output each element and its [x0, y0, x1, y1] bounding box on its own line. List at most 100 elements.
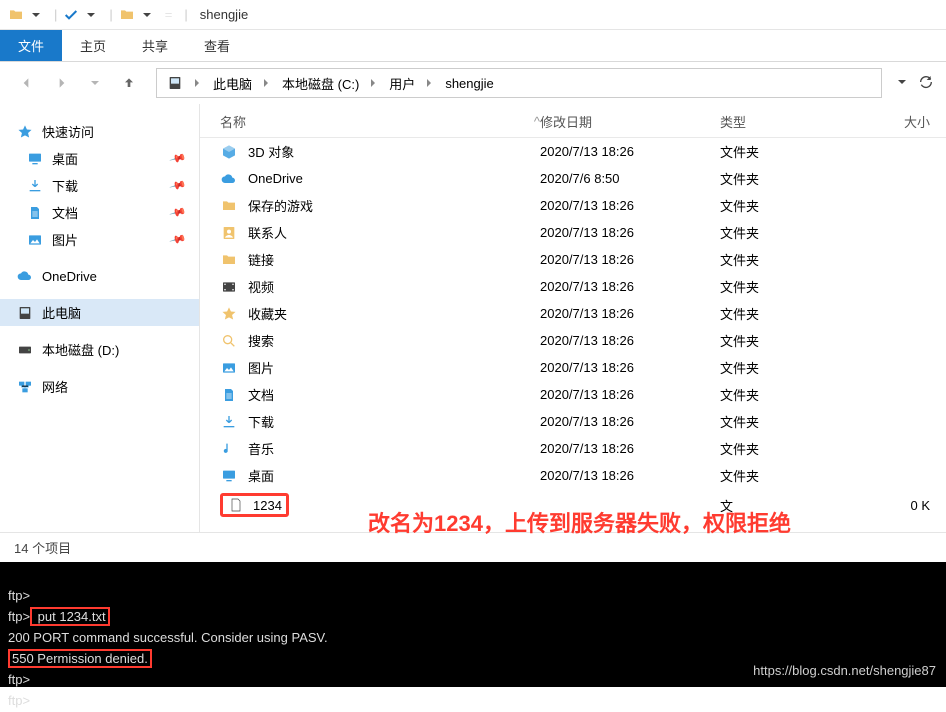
file-date: 2020/7/13 18:26 [540, 306, 720, 321]
breadcrumb-seg[interactable]: 本地磁盘 (C:) [278, 74, 385, 93]
table-row[interactable]: 搜索 2020/7/13 18:26文件夹 [200, 327, 946, 354]
header-size[interactable]: 大小 [870, 112, 930, 131]
titlebar: | | = | shengjie [0, 0, 946, 30]
folder-icon [119, 7, 135, 23]
pc-icon [16, 304, 34, 322]
contacts-icon [220, 224, 238, 242]
file-type: 文件夹 [720, 223, 870, 242]
cube-icon [220, 143, 238, 161]
refresh-button[interactable] [918, 74, 934, 93]
table-row[interactable]: 联系人2020/7/13 18:26文件夹 [200, 219, 946, 246]
breadcrumb[interactable]: 此电脑 本地磁盘 (C:) 用户 shengjie [156, 68, 882, 98]
document-icon [220, 386, 238, 404]
file-name: 3D 对象 [248, 142, 294, 161]
file-date: 2020/7/13 18:26 [540, 333, 720, 348]
network-icon [16, 378, 34, 396]
column-headers: 名称^ 修改日期 类型 大小 [200, 104, 946, 138]
tab-home[interactable]: 主页 [62, 30, 124, 61]
sidebar-quick-access[interactable]: 快速访问 [0, 118, 199, 145]
pin-icon: 📌 [169, 203, 187, 221]
forward-button[interactable] [46, 68, 76, 98]
nav-row: 此电脑 本地磁盘 (C:) 用户 shengjie [0, 62, 946, 104]
breadcrumb-seg[interactable]: 此电脑 [209, 74, 278, 93]
file-date: 2020/7/13 18:26 [540, 279, 720, 294]
search-icon [220, 332, 238, 350]
table-row[interactable]: 链接2020/7/13 18:26文件夹 [200, 246, 946, 273]
table-row[interactable]: 音乐2020/7/13 18:26文件夹 [200, 435, 946, 462]
tab-file[interactable]: 文件 [0, 30, 62, 61]
sidebar-network[interactable]: 网络 [0, 373, 199, 400]
file-date: 2020/7/13 18:26 [540, 252, 720, 267]
table-row[interactable]: 图片2020/7/13 18:26文件夹 [200, 354, 946, 381]
file-name: 链接 [248, 250, 274, 269]
chevron-down-icon[interactable] [28, 7, 44, 23]
sidebar-this-pc[interactable]: 此电脑 [0, 299, 199, 326]
chevron-down-icon[interactable] [139, 7, 155, 23]
file-name: 收藏夹 [248, 304, 287, 323]
file-date: 2020/7/13 18:26 [540, 360, 720, 375]
file-name: 保存的游戏 [248, 196, 313, 215]
chevron-down-icon[interactable] [894, 74, 910, 93]
sidebar-desktop[interactable]: 桌面📌 [0, 145, 199, 172]
header-date[interactable]: 修改日期 [540, 112, 720, 131]
folder-icon [220, 197, 238, 215]
table-row[interactable]: 保存的游戏 2020/7/13 18:26文件夹 [200, 192, 946, 219]
check-icon[interactable] [63, 7, 79, 23]
sidebar-pictures[interactable]: 图片📌 [0, 226, 199, 253]
header-name[interactable]: 名称^ [220, 112, 540, 131]
file-date: 2020/7/13 18:26 [540, 198, 720, 213]
table-row[interactable]: 桌面2020/7/13 18:26文件夹 [200, 462, 946, 489]
desktop-icon [26, 150, 44, 168]
file-type: 文件夹 [720, 358, 870, 377]
folder-icon [220, 251, 238, 269]
breadcrumb-seg[interactable]: 用户 [385, 74, 441, 93]
sidebar-documents[interactable]: 文档📌 [0, 199, 199, 226]
file-name: 下载 [248, 412, 274, 431]
back-button[interactable] [12, 68, 42, 98]
header-type[interactable]: 类型 [720, 112, 870, 131]
table-row[interactable]: 文档2020/7/13 18:26文件夹 [200, 381, 946, 408]
terminal-highlight: put 1234.txt [30, 607, 110, 626]
file-type: 文件夹 [720, 142, 870, 161]
file-type: 文件夹 [720, 196, 870, 215]
file-name: 视频 [248, 277, 274, 296]
file-name: 音乐 [248, 439, 274, 458]
table-row[interactable]: 下载2020/7/13 18:26文件夹 [200, 408, 946, 435]
file-list: 名称^ 修改日期 类型 大小 3D 对象2020/7/13 18:26文件夹On… [200, 104, 946, 532]
cloud-icon [220, 170, 238, 188]
table-row[interactable]: 视频2020/7/13 18:26文件夹 [200, 273, 946, 300]
recent-button[interactable] [80, 68, 110, 98]
table-row[interactable]: OneDrive2020/7/6 8:50文件夹 [200, 165, 946, 192]
file-name: 搜索 [248, 331, 274, 350]
file-icon [227, 496, 245, 514]
sidebar-onedrive[interactable]: OneDrive [0, 263, 199, 289]
sidebar-downloads[interactable]: 下载📌 [0, 172, 199, 199]
up-button[interactable] [114, 68, 144, 98]
table-row[interactable]: 3D 对象2020/7/13 18:26文件夹 [200, 138, 946, 165]
watermark: https://blog.csdn.net/shengjie87 [753, 661, 936, 681]
chevron-down-icon[interactable] [83, 7, 99, 23]
sidebar-local-disk[interactable]: 本地磁盘 (D:) [0, 336, 199, 363]
file-type: 文件夹 [720, 385, 870, 404]
terminal-highlight: 550 Permission denied. [8, 649, 152, 668]
pc-icon[interactable] [163, 75, 209, 91]
file-type: 文件夹 [720, 412, 870, 431]
file-size: 0 K [870, 498, 930, 513]
terminal: ftp> ftp> put 1234.txt 200 PORT command … [0, 562, 946, 687]
breadcrumb-seg[interactable]: shengjie [441, 76, 497, 91]
file-date: 2020/7/13 18:26 [540, 441, 720, 456]
file-name: 文档 [248, 385, 274, 404]
table-row[interactable]: 收藏夹 2020/7/13 18:26文件夹 [200, 300, 946, 327]
tab-share[interactable]: 共享 [124, 30, 186, 61]
table-row[interactable]: 1234 文0 K [200, 489, 946, 521]
file-name: 1234 [253, 498, 282, 513]
file-type: 文件夹 [720, 304, 870, 323]
download-icon [220, 413, 238, 431]
file-type: 文件夹 [720, 331, 870, 350]
cloud-icon [16, 267, 34, 285]
file-name: 联系人 [248, 223, 287, 242]
status-bar: 14 个项目 [0, 532, 946, 562]
tab-view[interactable]: 查看 [186, 30, 248, 61]
download-icon [26, 177, 44, 195]
file-type: 文 [720, 496, 870, 515]
